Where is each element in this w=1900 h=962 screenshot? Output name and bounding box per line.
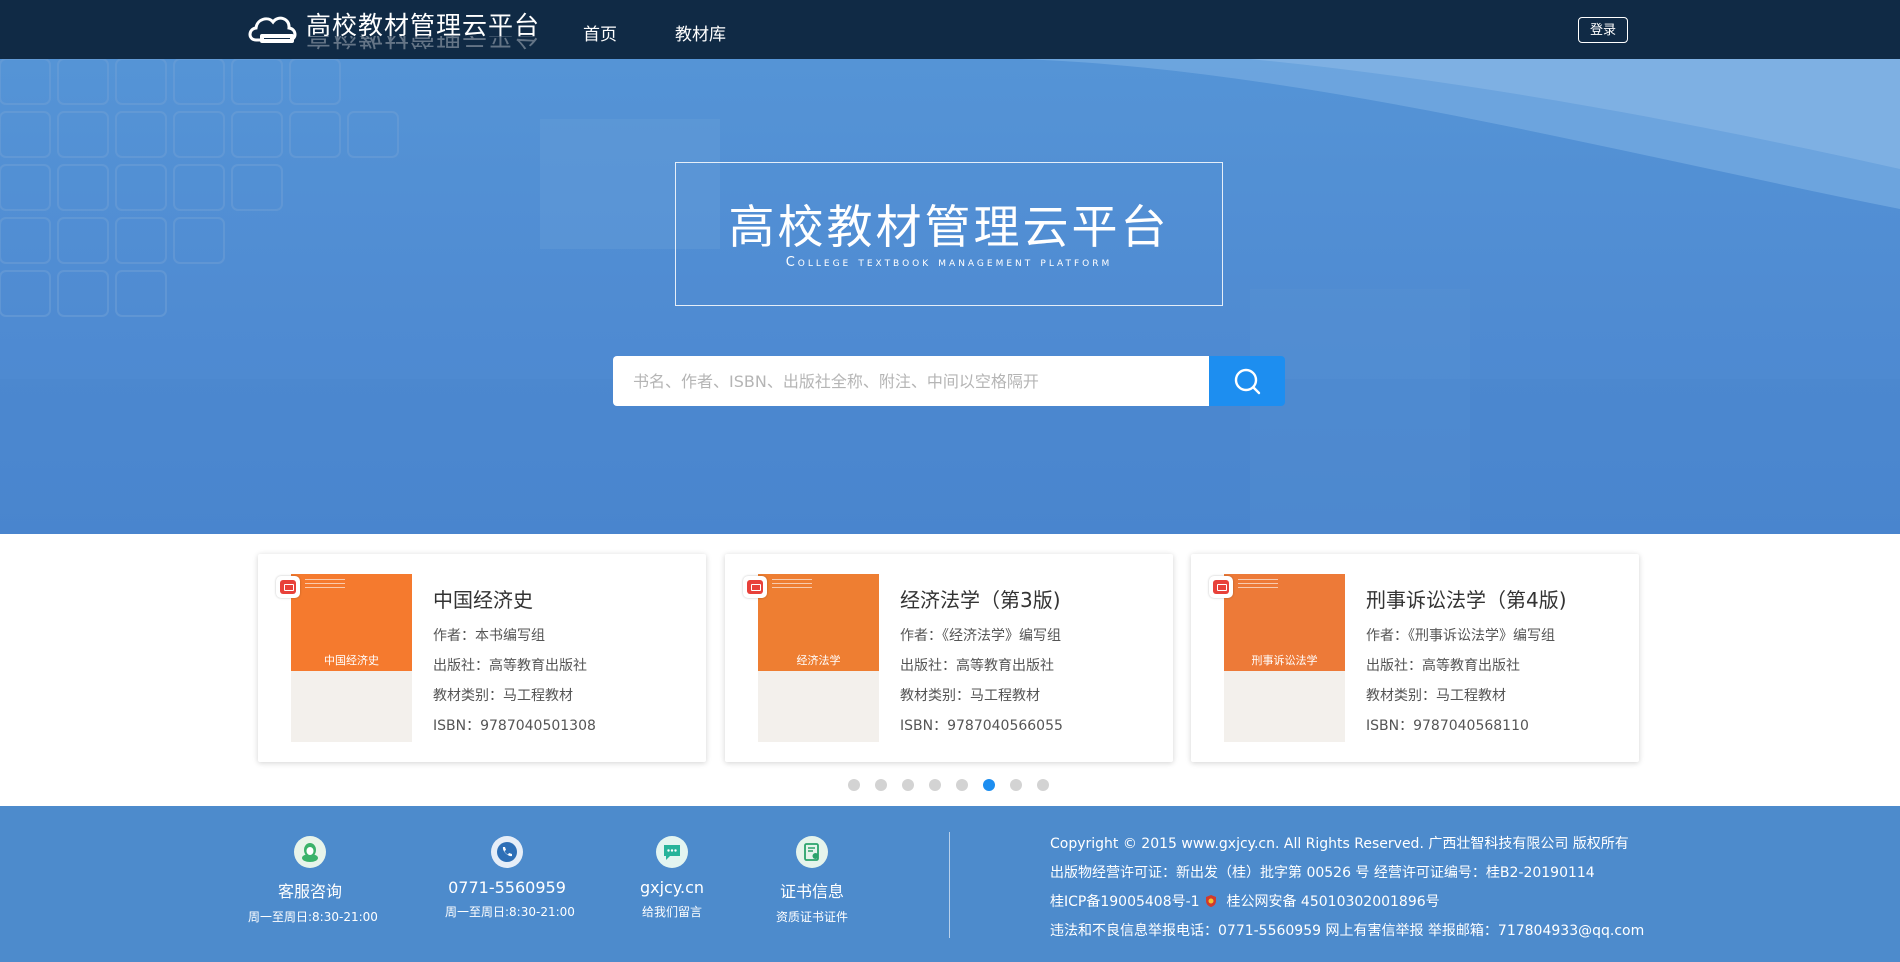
book-publisher: 出版社：高等教育出版社: [433, 658, 587, 674]
footer-message[interactable]: gxjcy.cn 给我们留言: [622, 836, 722, 920]
book-publisher: 出版社：高等教育出版社: [900, 658, 1054, 674]
book-category: 教材类别：马工程教材: [433, 688, 573, 704]
footer-police-record[interactable]: 桂公网安备 45010302001896号: [1226, 894, 1439, 910]
logo-text: 高校教材管理云平台 高校教材管理云平台: [306, 12, 540, 51]
book-cover: 经济法学: [758, 574, 879, 742]
site-logo[interactable]: 高校教材管理云平台 高校教材管理云平台: [246, 8, 540, 52]
hero-banner: 高校教材管理云平台 College textbook management pl…: [0, 59, 1900, 534]
book-cover: 刑事诉讼法学: [1224, 574, 1345, 742]
hero-title: 高校教材管理云平台: [728, 200, 1170, 254]
cloud-logo-icon: [248, 16, 297, 43]
login-button[interactable]: 登录: [1578, 17, 1628, 43]
certificate-icon: [796, 836, 828, 868]
book-title[interactable]: 刑事诉讼法学（第4版): [1366, 584, 1567, 613]
footer-customer-service[interactable]: 客服咨询 周一至周日:8:30-21:00: [248, 836, 378, 925]
footer-report-line: 违法和不良信息举报电话：0771-5560959 网上有害信举报 举报邮箱：71…: [1050, 923, 1645, 939]
book-author: 作者：《刑事诉讼法学》编写组: [1366, 628, 1555, 644]
nav-home[interactable]: 首页: [583, 20, 617, 45]
footer-certificate-sub: 资质证书证件: [775, 910, 848, 924]
footer-publication-license: 出版物经营许可证：新出发（桂）批字第 00526 号 经营许可证编号：桂B2-2…: [1050, 865, 1595, 881]
carousel-dot[interactable]: [1010, 779, 1022, 791]
footer-leave-message: 给我们留言: [641, 905, 702, 919]
cover-title: 中国经济史: [324, 654, 379, 667]
book-publisher: 出版社：高等教育出版社: [1366, 658, 1520, 674]
book-badge-icon: [1209, 576, 1233, 598]
carousel-dot[interactable]: [848, 779, 860, 791]
hero-title-box: 高校教材管理云平台 College textbook management pl…: [675, 162, 1223, 306]
book-isbn: ISBN：9787040566055: [900, 718, 1063, 734]
book-isbn: ISBN：9787040568110: [1366, 718, 1529, 734]
footer-phone-hours: 周一至周日:8:30-21:00: [445, 905, 575, 919]
search-button[interactable]: [1209, 356, 1285, 406]
footer-icp-line: 桂ICP备19005408号-1 桂公网安备 45010302001896号: [1050, 891, 1440, 911]
footer-contact-hours: 周一至周日:8:30-21:00: [248, 910, 378, 924]
book-category: 教材类别：马工程教材: [900, 688, 1040, 704]
footer-copyright: Copyright © 2015 www.gxjcy.cn. All Right…: [1050, 836, 1629, 852]
site-footer: 客服咨询 周一至周日:8:30-21:00 0771-5560959 周一至周日…: [0, 806, 1900, 962]
book-author: 作者：《经济法学》编写组: [900, 628, 1061, 644]
book-author: 作者：本书编写组: [433, 628, 545, 644]
qq-icon: [294, 836, 326, 868]
footer-phone[interactable]: 0771-5560959 周一至周日:8:30-21:00: [445, 836, 575, 920]
message-icon: [656, 836, 688, 868]
police-badge-icon: [1206, 895, 1217, 907]
book-card[interactable]: 中国经济史 中国经济史 作者：本书编写组 出版社：高等教育出版社 教材类别：马工…: [258, 554, 706, 762]
top-navigation-bar: 高校教材管理云平台 高校教材管理云平台 首页 教材库 登录: [0, 0, 1900, 59]
logo-text-reflection: 高校教材管理云平台: [306, 36, 540, 50]
hero-subtitle: College textbook management platform: [785, 255, 1113, 270]
book-badge-icon: [743, 576, 767, 598]
footer-icp-link[interactable]: 桂ICP备19005408号-1: [1050, 894, 1200, 910]
carousel-dot-active[interactable]: [983, 779, 995, 791]
footer-certificates[interactable]: 证书信息 资质证书证件: [762, 836, 862, 925]
search-icon: [1234, 368, 1261, 395]
book-cover: 中国经济史: [291, 574, 412, 742]
carousel-dot[interactable]: [875, 779, 887, 791]
footer-website: gxjcy.cn: [639, 878, 705, 897]
cover-title: 经济法学: [796, 654, 841, 667]
footer-contact-title: 客服咨询: [277, 882, 342, 901]
book-title[interactable]: 中国经济史: [433, 584, 533, 613]
book-isbn: ISBN：9787040501308: [433, 718, 596, 734]
phone-icon: [491, 836, 523, 868]
book-badge-icon: [276, 576, 300, 598]
book-card[interactable]: 刑事诉讼法学 刑事诉讼法学（第4版) 作者：《刑事诉讼法学》编写组 出版社：高等…: [1191, 554, 1639, 762]
carousel-dot[interactable]: [1037, 779, 1049, 791]
carousel-dot[interactable]: [929, 779, 941, 791]
book-card[interactable]: 经济法学 经济法学（第3版) 作者：《经济法学》编写组 出版社：高等教育出版社 …: [725, 554, 1173, 762]
carousel-pagination: [0, 779, 1900, 793]
footer-certificate-title: 证书信息: [779, 882, 844, 901]
book-carousel: 中国经济史 中国经济史 作者：本书编写组 出版社：高等教育出版社 教材类别：马工…: [0, 534, 1900, 806]
cover-title: 刑事诉讼法学: [1251, 654, 1318, 667]
carousel-dot[interactable]: [902, 779, 914, 791]
book-title[interactable]: 经济法学（第3版): [900, 584, 1061, 613]
footer-phone-number: 0771-5560959: [448, 878, 566, 897]
book-category: 教材类别：马工程教材: [1366, 688, 1506, 704]
carousel-dot[interactable]: [956, 779, 968, 791]
nav-textbook-library[interactable]: 教材库: [675, 20, 726, 45]
footer-divider: [949, 832, 950, 938]
search-input[interactable]: [613, 356, 1210, 406]
